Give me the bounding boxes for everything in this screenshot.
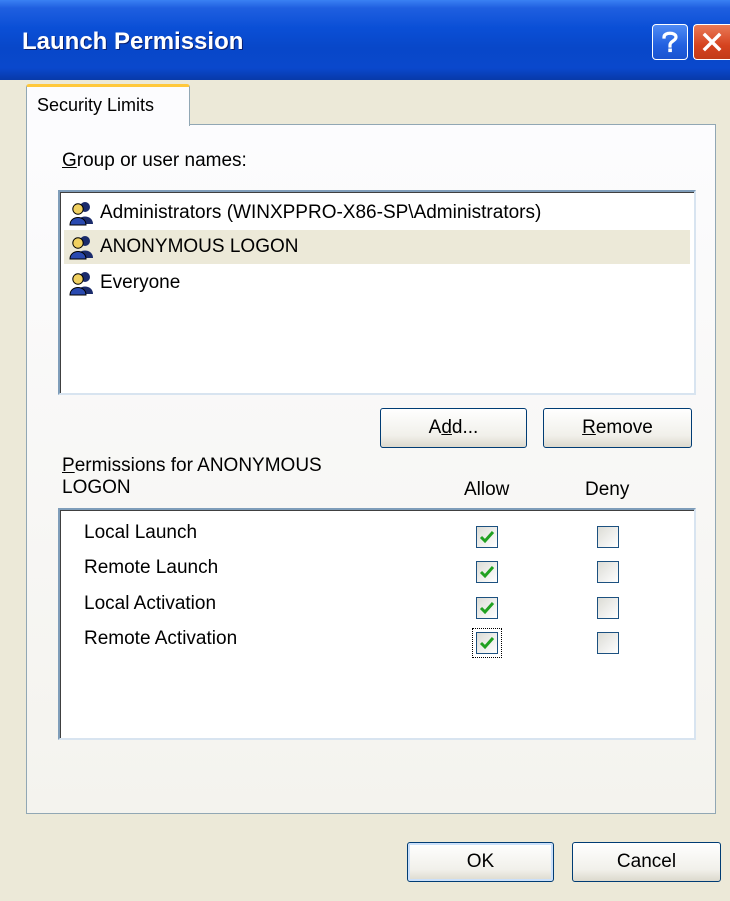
remote-activation-deny-checkbox[interactable] — [597, 632, 619, 654]
title-bar[interactable]: Launch Permission — [0, 0, 730, 80]
help-button[interactable] — [652, 24, 688, 60]
cancel-button[interactable]: Cancel — [572, 842, 721, 882]
local-activation-deny-checkbox[interactable] — [597, 597, 619, 619]
permission-row-remote-launch: Remote Launch — [84, 557, 219, 578]
check-mark-icon — [479, 637, 495, 650]
remote-launch-allow-checkbox[interactable] — [476, 561, 498, 583]
launch-permission-dialog: Launch Permission Security Limits Group … — [0, 0, 730, 901]
check-mark-icon — [479, 531, 495, 544]
ok-button[interactable]: OK — [407, 842, 554, 882]
permission-row-remote-activation: Remote Activation — [84, 628, 238, 649]
allow-column-header: Allow — [464, 479, 510, 500]
question-icon — [662, 31, 678, 53]
permission-row-local-launch: Local Launch — [84, 522, 198, 543]
add-button[interactable]: Ad d... — [380, 408, 527, 448]
local-launch-allow-checkbox[interactable] — [476, 526, 498, 548]
tab-security-limits-label: Security Limits — [37, 95, 155, 115]
list-item-anonymous-logon[interactable]: ANONYMOUS LOGON — [64, 230, 690, 264]
user-group-icon — [69, 272, 93, 296]
user-group-icon — [69, 202, 93, 226]
window-title: Launch Permission — [22, 28, 244, 55]
user-group-icon — [69, 236, 93, 260]
remote-launch-deny-checkbox[interactable] — [597, 561, 619, 583]
list-item-everyone[interactable]: Everyone — [64, 266, 690, 300]
permission-row-local-activation: Local Activation — [84, 593, 217, 614]
check-mark-icon — [479, 602, 495, 615]
list-item-administrators[interactable]: Administrators (WINXPPRO-X86-SP\Administ… — [64, 196, 690, 230]
permissions-list: Local Launch Remote Launch Local Activat… — [58, 508, 696, 740]
check-mark-icon — [479, 566, 495, 579]
group-user-names-label: Group or user names: — [62, 150, 247, 171]
close-x-icon — [702, 32, 722, 52]
user-names-list[interactable]: Administrators (WINXPPRO-X86-SP\Administ… — [58, 190, 696, 395]
deny-column-header: Deny — [585, 479, 630, 500]
tab-security-limits[interactable]: Security Limits — [26, 84, 190, 126]
local-launch-deny-checkbox[interactable] — [597, 526, 619, 548]
remove-button[interactable]: Remove — [543, 408, 692, 448]
local-activation-allow-checkbox[interactable] — [476, 597, 498, 619]
permissions-label: Permissions for ANONYMOUS LOGON — [62, 455, 322, 498]
close-button[interactable] — [693, 24, 730, 60]
remote-activation-allow-checkbox[interactable] — [476, 632, 498, 654]
